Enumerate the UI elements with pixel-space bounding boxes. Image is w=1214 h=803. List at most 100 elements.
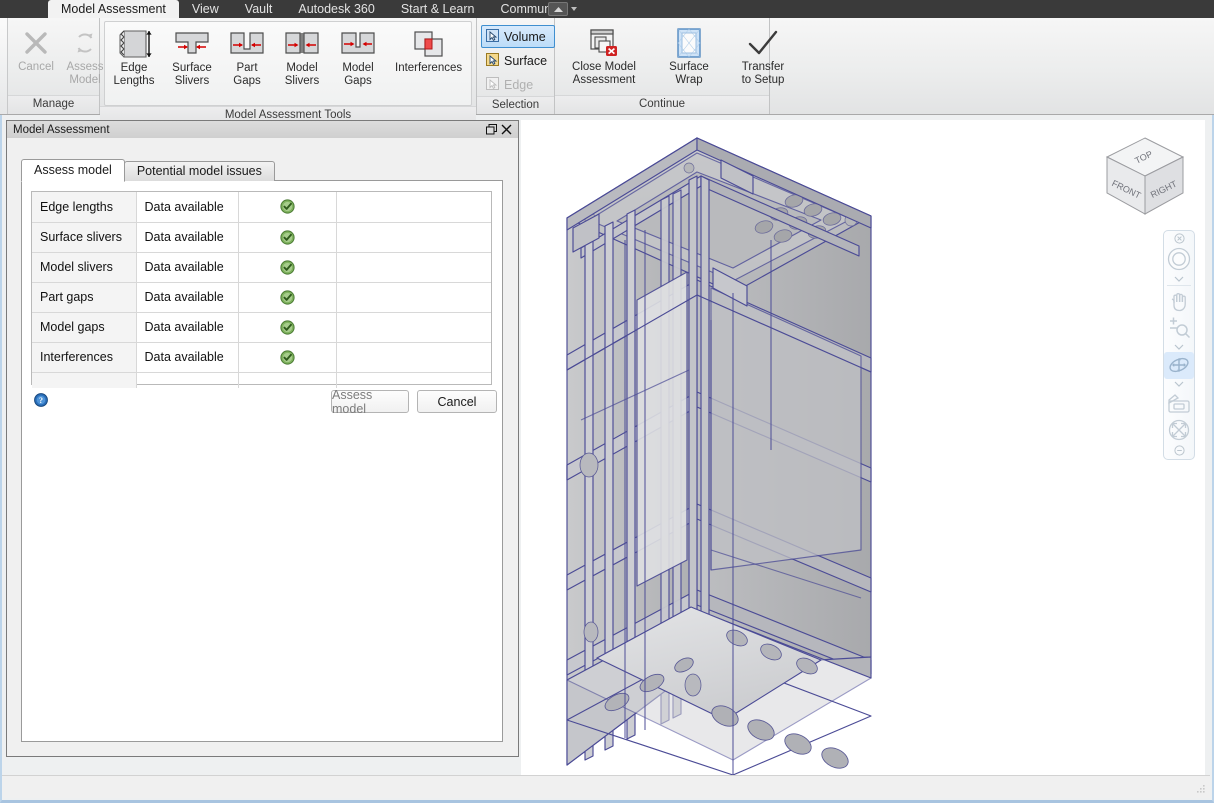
row-status: Data available: [136, 192, 239, 223]
viewport-canvas[interactable]: TOP FRONT RIGHT: [521, 120, 1205, 775]
cancel-button[interactable]: Cancel: [12, 21, 60, 77]
tab-vault[interactable]: Vault: [232, 0, 286, 18]
row-status: Data available: [136, 312, 239, 343]
edge-lengths-button[interactable]: Edge Lengths: [105, 22, 163, 112]
row-spacer: [336, 192, 491, 223]
panel-content-selection: Volume Surface Edge: [477, 18, 556, 96]
panel-content-continue: Close Model Assessment Surface Wrap Tran…: [555, 18, 784, 95]
table-row[interactable]: Interferences Data available: [32, 342, 491, 373]
ribbon-left-edge: [0, 18, 8, 114]
cancel-panel-button[interactable]: Cancel: [417, 390, 497, 413]
row-empty-name: [32, 372, 137, 388]
tab-potential-model-issues[interactable]: Potential model issues: [123, 161, 275, 181]
surface-slivers-button[interactable]: Surface Slivers: [163, 22, 221, 112]
table-row[interactable]: Part gaps Data available: [32, 282, 491, 313]
marking-menu-control[interactable]: [548, 2, 577, 16]
surface-slivers-icon: [172, 26, 212, 62]
transfer-to-setup-button[interactable]: Transfer to Setup: [729, 21, 797, 89]
surface-wrap-icon: [672, 25, 706, 61]
assessment-table[interactable]: Edge lengths Data available Surface sliv…: [31, 191, 492, 388]
green-check-icon: [279, 289, 295, 305]
navigation-bar[interactable]: [1163, 230, 1195, 460]
navbar-minimize-icon[interactable]: [1164, 444, 1194, 458]
part-gaps-label: Part Gaps: [233, 62, 261, 87]
steering-wheel-icon[interactable]: [1164, 245, 1194, 274]
row-status: Data available: [136, 222, 239, 253]
navbar-close-icon[interactable]: [1164, 233, 1194, 245]
close-model-assessment-icon: [587, 25, 621, 61]
row-spacer: [336, 312, 491, 343]
close-model-assessment-button[interactable]: Close Model Assessment: [559, 21, 649, 89]
help-question-icon[interactable]: ?: [34, 393, 48, 407]
table-row[interactable]: Edge lengths Data available: [32, 192, 491, 223]
selection-surface-option[interactable]: Surface: [481, 49, 555, 72]
selection-edge-option[interactable]: Edge: [481, 73, 555, 96]
transfer-to-setup-label: Transfer to Setup: [741, 61, 785, 86]
tab-potential-model-issues-label: Potential model issues: [136, 164, 262, 178]
row-name: Model slivers: [32, 252, 137, 283]
tab-autodesk-360[interactable]: Autodesk 360: [285, 0, 387, 18]
resize-grip-icon[interactable]: [1194, 783, 1206, 795]
model-slivers-button[interactable]: Model Slivers: [273, 22, 331, 112]
model-assessment-panel: Model Assessment Assess model Potential …: [6, 120, 519, 757]
tab-assess-model-label: Assess model: [34, 163, 112, 177]
marking-menu-icon[interactable]: [548, 2, 568, 16]
steering-wheel-dropdown-icon[interactable]: [1164, 274, 1194, 285]
row-icon-cell: [238, 222, 337, 253]
refresh-assess-icon: [70, 25, 100, 61]
selection-volume-option[interactable]: Volume: [481, 25, 556, 48]
table-row[interactable]: Model gaps Data available: [32, 312, 491, 343]
panel-footer: ? Assess model Cancel: [21, 388, 503, 418]
zoom-magnifier-icon[interactable]: [1164, 314, 1194, 341]
restore-icon[interactable]: [484, 123, 499, 137]
table-row[interactable]: Surface slivers Data available: [32, 222, 491, 253]
tab-view[interactable]: View: [179, 0, 232, 18]
orbit-dropdown-icon[interactable]: [1164, 379, 1194, 390]
pan-hand-icon[interactable]: [1164, 287, 1194, 314]
checkmark-icon: [746, 25, 780, 61]
assess-model-ribbon-label: Assess Model: [66, 61, 104, 86]
assess-model-button[interactable]: Assess model: [331, 388, 409, 416]
chevron-down-icon[interactable]: [571, 7, 577, 11]
ribbon-panel-model-assessment-tools: Edge Lengths Surface Slivers Part Gaps M…: [100, 18, 477, 124]
green-check-icon: [279, 259, 295, 275]
interferences-button[interactable]: Interferences: [385, 22, 471, 112]
green-check-icon: [279, 229, 295, 245]
row-empty-icon: [238, 372, 337, 388]
close-icon[interactable]: [499, 123, 514, 137]
row-status: Data available: [136, 282, 239, 313]
row-status: Data available: [136, 252, 239, 283]
tab-label: Start & Learn: [400, 2, 475, 16]
ribbon-panel-continue: Close Model Assessment Surface Wrap Tran…: [555, 18, 784, 114]
tab-start-and-learn[interactable]: Start & Learn: [388, 0, 488, 18]
ribbon-panels: Cancel Assess Model Manage Edge Lengths …: [8, 18, 784, 124]
tools-subgroup: Edge Lengths Surface Slivers Part Gaps M…: [104, 21, 472, 106]
row-name: Part gaps: [32, 282, 137, 313]
tab-model-assessment[interactable]: Model Assessment: [48, 0, 179, 18]
status-bar: [2, 775, 1210, 798]
row-name: Interferences: [32, 342, 137, 373]
application-window: Model Assessment View Vault Autodesk 360…: [0, 0, 1214, 803]
look-camera-icon[interactable]: [1164, 389, 1194, 416]
part-gaps-button[interactable]: Part Gaps: [221, 22, 273, 112]
ribbon-panel-manage: Cancel Assess Model Manage: [8, 18, 192, 114]
ribbon-tab-bar: Model Assessment View Vault Autodesk 360…: [0, 0, 1214, 18]
surface-wrap-label: Surface Wrap: [669, 61, 709, 86]
surface-select-icon: [485, 52, 500, 70]
green-check-icon: [279, 319, 295, 335]
tab-assess-model[interactable]: Assess model: [21, 159, 125, 182]
close-model-assessment-label: Close Model Assessment: [572, 61, 636, 86]
surface-wrap-button[interactable]: Surface Wrap: [649, 21, 729, 89]
model-gaps-button[interactable]: Model Gaps: [331, 22, 385, 112]
orbit-icon[interactable]: [1164, 351, 1194, 379]
selection-volume-label: Volume: [504, 29, 546, 44]
zoom-dropdown-icon[interactable]: [1164, 341, 1194, 352]
ribbon-tab-list: Model Assessment View Vault Autodesk 360…: [48, 0, 577, 18]
view-cube[interactable]: TOP FRONT RIGHT: [1095, 130, 1195, 225]
model-gaps-label: Model Gaps: [342, 62, 374, 87]
tab-label: Vault: [244, 2, 273, 16]
zoom-extents-icon[interactable]: [1164, 417, 1194, 444]
panel-content-manage: Cancel Assess Model: [8, 18, 192, 95]
3d-viewport[interactable]: TOP FRONT RIGHT: [521, 120, 1205, 775]
table-row[interactable]: Model slivers Data available: [32, 252, 491, 283]
